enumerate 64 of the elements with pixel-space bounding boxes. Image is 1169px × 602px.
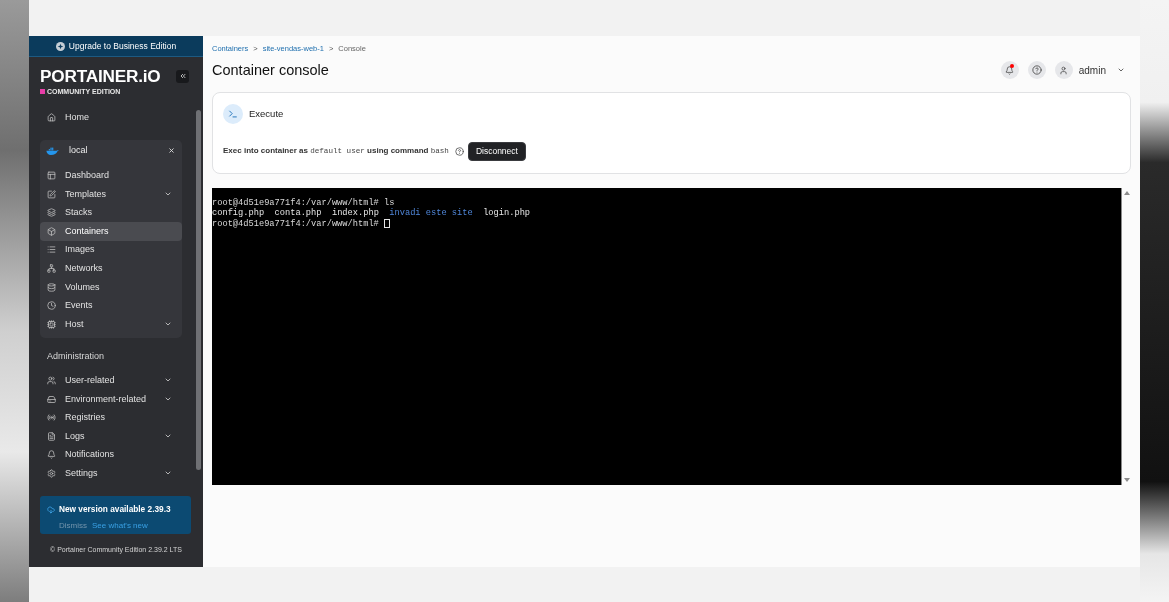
pen-square-icon <box>47 189 56 199</box>
sidebar-item[interactable]: Stacks <box>40 203 182 222</box>
sidebar-item[interactable]: Containers <box>40 221 182 241</box>
help-button[interactable] <box>1027 61 1046 79</box>
page-title: Container console <box>212 61 329 79</box>
disconnect-button[interactable]: Disconnect <box>467 141 526 161</box>
update-title: New version available 2.39.3 <box>59 503 171 516</box>
sidebar-item[interactable]: Logs <box>40 426 182 446</box>
list-icon <box>47 245 56 255</box>
scroll-up-icon[interactable] <box>1123 191 1130 195</box>
users-icon <box>47 375 56 385</box>
terminal-line: root@4d51e9a771f4:/var/www/html# <box>212 218 379 229</box>
home-icon <box>47 112 56 122</box>
close-icon <box>167 147 175 155</box>
user-icon <box>1054 61 1073 79</box>
sidebar-item[interactable]: User-related <box>40 371 182 390</box>
sidebar-item[interactable]: Notifications <box>40 445 182 465</box>
layers-icon <box>47 208 56 218</box>
database-icon <box>47 282 56 292</box>
cube-icon <box>47 226 56 236</box>
sidebar-item[interactable]: Environment-related <box>40 389 182 409</box>
hard-drive-icon <box>47 394 56 404</box>
sidebar-item[interactable]: Home <box>40 108 182 127</box>
scrollbar[interactable] <box>196 110 201 470</box>
sidebar-item[interactable]: Dashboard <box>40 166 182 185</box>
file-icon <box>47 431 56 441</box>
double-chevron-left-icon <box>178 72 187 80</box>
cloud-download-icon <box>47 505 55 514</box>
sparkle-badge-icon <box>55 41 65 51</box>
upgrade-banner[interactable]: Upgrade to Business Edition <box>29 36 203 57</box>
card-title: Execute <box>249 106 284 121</box>
sidebar-item[interactable]: Registries <box>40 408 182 427</box>
help-icon <box>454 146 464 156</box>
bell-icon <box>1005 65 1015 75</box>
clock-icon <box>47 301 56 311</box>
terminal-line: root@4d51e9a771f4:/var/www/html# ls <box>212 198 395 208</box>
layout-icon <box>47 171 56 180</box>
help-icon <box>1031 65 1042 75</box>
scroll-down-icon[interactable] <box>1123 478 1130 482</box>
sidebar-item[interactable]: Volumes <box>40 277 182 297</box>
environment-name: local <box>69 143 89 157</box>
terminal-icon <box>223 104 243 124</box>
sidebar-item[interactable]: Events <box>40 296 182 315</box>
collapse-button[interactable] <box>176 69 189 83</box>
logo-mark-icon <box>40 89 45 94</box>
sidebar-item[interactable]: Settings <box>40 464 182 483</box>
sidebar-item[interactable]: Host <box>40 314 182 334</box>
notifications-button[interactable] <box>1000 61 1019 79</box>
terminal-line: config.php conta.php index.php invadi este site login.php <box>212 208 531 219</box>
network-icon <box>47 263 56 273</box>
close-button[interactable] <box>167 146 175 155</box>
chevron-down-icon <box>1117 66 1125 74</box>
whale-icon <box>46 146 59 155</box>
section-heading: Administration <box>46 349 105 362</box>
settings-icon <box>47 468 56 478</box>
logo-wordmark: PORTAINER.iO <box>40 67 161 85</box>
sidebar-item[interactable]: Networks <box>40 259 182 278</box>
terminal[interactable]: root@4d51e9a771f4:/var/www/html# ls config.php conta.php index.php invadi este site login.php root@4d51e9a771f4:/var/www/html# <box>212 188 1122 485</box>
bell-icon <box>47 450 56 460</box>
chip-icon <box>47 319 56 329</box>
user-menu-button[interactable]: admin <box>1054 61 1125 79</box>
sidebar-item[interactable]: Images <box>40 240 182 260</box>
sidebar-item[interactable]: Templates <box>40 184 182 204</box>
radio-icon <box>47 413 56 423</box>
